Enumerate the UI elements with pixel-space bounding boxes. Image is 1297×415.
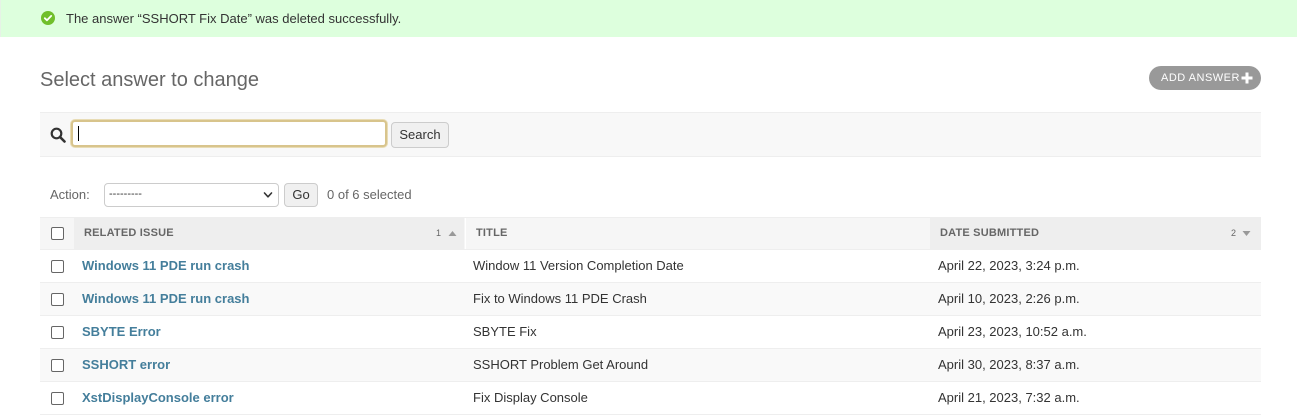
header-select-all (40, 218, 73, 249)
row-related-issue-link[interactable]: XstDisplayConsole error (82, 382, 234, 414)
plus-icon (1241, 72, 1253, 84)
search-toolbar: Search (40, 112, 1261, 157)
table-row: Windows 11 PDE run crash Window 11 Versi… (40, 250, 1261, 283)
sort-ascending-icon[interactable] (448, 230, 457, 237)
row-related-issue-link[interactable]: SSHORT error (82, 349, 170, 381)
row-checkbox[interactable] (51, 326, 64, 339)
row-title: SBYTE Fix (473, 324, 537, 339)
table-header: RELATED ISSUE 1 TITLE DATE SUBMITTED 2 (40, 217, 1261, 250)
row-related-issue-link[interactable]: Windows 11 PDE run crash (82, 250, 249, 282)
row-title: SSHORT Problem Get Around (473, 357, 649, 372)
add-answer-button[interactable]: ADD ANSWER (1149, 66, 1261, 90)
action-label: Action: (50, 187, 90, 202)
select-all-checkbox[interactable] (51, 227, 64, 240)
success-message-text: The answer “SSHORT Fix Date” was deleted… (66, 11, 402, 26)
action-select[interactable]: --------- (104, 183, 279, 207)
column-title-label: TITLE (476, 227, 508, 239)
search-input[interactable] (71, 120, 387, 147)
column-title: TITLE (465, 218, 929, 249)
add-answer-label: ADD ANSWER (1161, 72, 1240, 84)
row-date-submitted: April 30, 2023, 8:37 a.m. (938, 357, 1080, 372)
sort-priority-date-submitted: 2 (1231, 228, 1237, 238)
check-circle-icon (41, 11, 55, 25)
row-title: Fix to Windows 11 PDE Crash (473, 291, 647, 306)
column-date-submitted-label: DATE SUBMITTED (940, 227, 1040, 239)
column-date-submitted[interactable]: DATE SUBMITTED 2 (930, 218, 1261, 249)
success-message-bar: The answer “SSHORT Fix Date” was deleted… (0, 0, 1297, 37)
row-date-submitted: April 22, 2023, 3:24 p.m. (938, 258, 1080, 273)
table-row: SBYTE Error SBYTE Fix April 23, 2023, 10… (40, 316, 1261, 349)
row-checkbox[interactable] (51, 293, 64, 306)
action-selected-option: --------- (109, 188, 142, 200)
row-date-submitted: April 10, 2023, 2:26 p.m. (938, 291, 1080, 306)
row-date-submitted: April 21, 2023, 7:32 a.m. (938, 390, 1080, 405)
table-row: Windows 11 PDE run crash Fix to Windows … (40, 283, 1261, 316)
sort-priority-related-issue: 1 (436, 228, 442, 238)
column-related-issue-label: RELATED ISSUE (84, 227, 174, 239)
search-icon (50, 127, 66, 143)
selected-count: 0 of 6 selected (327, 187, 412, 202)
chevron-down-icon (263, 192, 273, 198)
row-title: Window 11 Version Completion Date (473, 258, 684, 273)
row-checkbox[interactable] (51, 359, 64, 372)
row-date-submitted: April 23, 2023, 10:52 a.m. (938, 324, 1087, 339)
row-checkbox[interactable] (51, 260, 64, 273)
table-row: XstDisplayConsole error Fix Display Cons… (40, 382, 1261, 415)
row-related-issue-link[interactable]: Windows 11 PDE run crash (82, 283, 249, 315)
row-title: Fix Display Console (473, 390, 588, 405)
table-row: SSHORT error SSHORT Problem Get Around A… (40, 349, 1261, 382)
row-checkbox[interactable] (51, 392, 64, 405)
page-title: Select answer to change (40, 69, 260, 91)
search-button[interactable]: Search (391, 122, 449, 148)
go-button[interactable]: Go (284, 183, 318, 207)
sort-descending-icon[interactable] (1242, 230, 1251, 237)
row-related-issue-link[interactable]: SBYTE Error (82, 316, 161, 348)
text-caret (78, 126, 79, 141)
column-related-issue[interactable]: RELATED ISSUE 1 (74, 218, 464, 249)
